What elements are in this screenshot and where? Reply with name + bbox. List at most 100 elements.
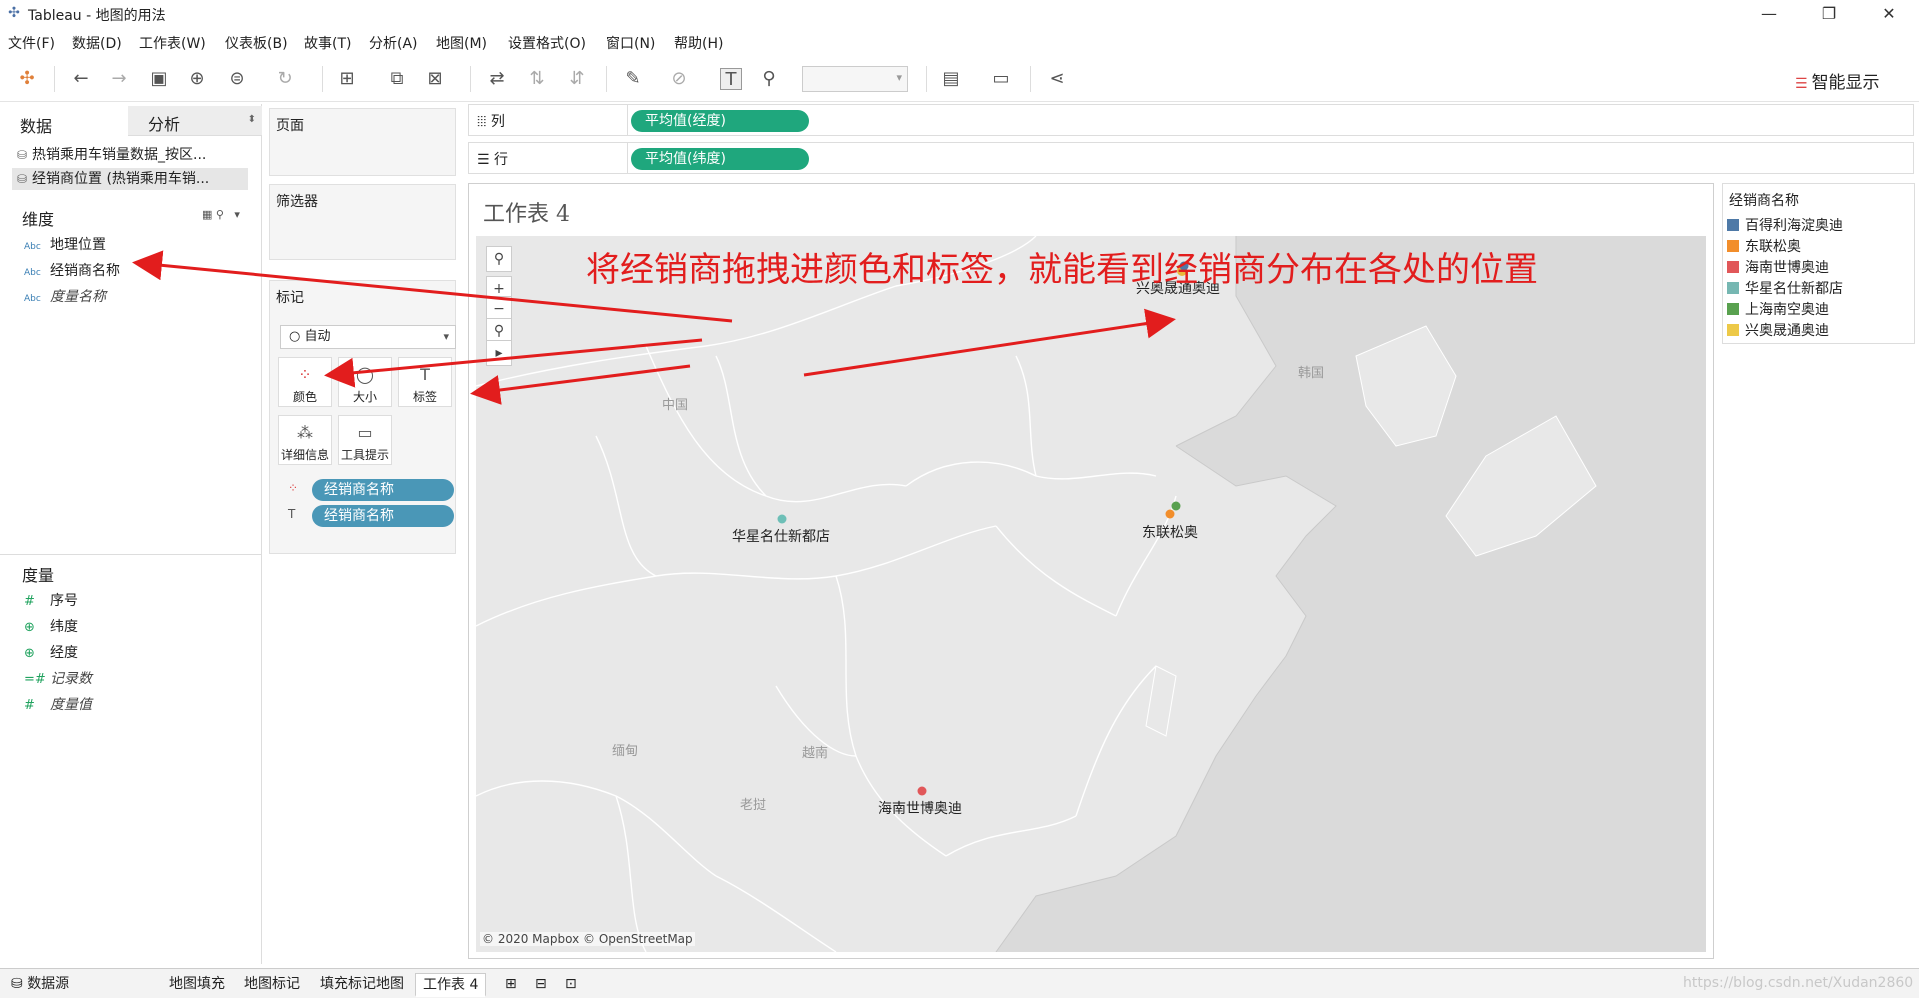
sheet-tab[interactable]: 填充标记地图	[313, 973, 411, 997]
pause-updates-icon[interactable]: ⊜	[226, 68, 248, 90]
swap-rows-columns-icon[interactable]: ⇄	[486, 68, 508, 90]
menu-worksheet[interactable]: 工作表(W)	[139, 33, 206, 53]
shelves-pane: 页面 筛选器 标记 ○ 自动 ⁘ 颜色 ◯ 大小 T 标签 ⁂ 详细信息 ▭ 工具提示 ⁘	[264, 104, 462, 964]
data-source-item[interactable]: ⛁ 热销乘用车销量数据_按区...	[12, 144, 248, 166]
label-button[interactable]: T 标签	[398, 357, 452, 407]
legend-item[interactable]: 兴奥晟通奥迪	[1727, 321, 1829, 341]
toolbar-divider	[926, 66, 927, 92]
presentation-mode-icon[interactable]: ▭	[990, 68, 1012, 90]
color-icon: ⁘	[298, 365, 312, 384]
field-record-count[interactable]: =# 记录数	[24, 668, 92, 690]
field-geo[interactable]: Abc 地理位置	[24, 234, 106, 256]
legend-item[interactable]: 百得利海淀奥迪	[1727, 216, 1843, 236]
sheet-tabs-bar: ⛁ 数据源 地图填充 地图标记 填充标记地图 工作表 4 ⊞ ⊟ ⊡ https…	[0, 968, 1919, 998]
menu-help[interactable]: 帮助(H)	[674, 33, 723, 53]
menu-data[interactable]: 数据(D)	[72, 33, 122, 53]
legend-item[interactable]: 海南世博奥迪	[1727, 258, 1829, 278]
map-view[interactable]: ⚲ + − ⚲ ▸ 中国 韩国 缅甸 越南 老挝 兴奥晟通奥迪 华星名仕新都店 …	[476, 236, 1706, 952]
sheet-tab-active[interactable]: 工作表 4	[415, 973, 487, 997]
close-window-button[interactable]: ✕	[1866, 2, 1912, 26]
sheet-tab[interactable]: 地图标记	[237, 973, 307, 997]
legend-item[interactable]: 华星名仕新都店	[1727, 279, 1843, 299]
group-members-icon[interactable]: ⊘	[668, 68, 690, 90]
sort-descending-icon[interactable]: ⇵	[566, 68, 588, 90]
menu-file[interactable]: 文件(F)	[8, 33, 55, 53]
filters-card[interactable]: 筛选器	[269, 184, 456, 260]
new-worksheet-tab-icon[interactable]: ⊞	[498, 973, 524, 997]
color-button[interactable]: ⁘ 颜色	[278, 357, 332, 407]
data-source-tab-icon: ⛁	[11, 976, 28, 992]
new-story-tab-icon[interactable]: ⊡	[558, 973, 584, 997]
menu-window[interactable]: 窗口(N)	[606, 33, 655, 53]
data-source-item-selected[interactable]: ⛁ 经销商位置 (热销乘用车销...	[12, 168, 248, 190]
refresh-icon[interactable]: ↻	[274, 68, 296, 90]
minimize-button[interactable]: —	[1746, 2, 1792, 26]
menu-story[interactable]: 故事(T)	[304, 33, 351, 53]
rows-pill[interactable]: 平均值(纬度)	[631, 148, 809, 170]
columns-pill[interactable]: 平均值(经度)	[631, 110, 809, 132]
field-measure-values[interactable]: # 度量值	[24, 694, 92, 716]
menu-format[interactable]: 设置格式(O)	[508, 33, 586, 53]
tooltip-label: 工具提示	[340, 448, 389, 462]
columns-label-text: 列	[490, 114, 505, 130]
duplicate-sheet-icon[interactable]: ⧉	[386, 68, 408, 90]
tab-analysis[interactable]: 分析	[128, 106, 262, 136]
mark-point-4[interactable]	[1171, 501, 1181, 511]
label-pill[interactable]: 经销商名称	[312, 505, 454, 527]
highlight-icon[interactable]: ✎	[622, 68, 644, 90]
dimension-tools[interactable]: ▦ ⚲ ▾	[202, 208, 240, 221]
menu-analysis[interactable]: 分析(A)	[369, 33, 418, 53]
pages-card[interactable]: 页面	[269, 108, 456, 176]
color-encoding-icon: ⁘	[288, 481, 299, 495]
new-data-source-icon[interactable]: ⊕	[186, 68, 208, 90]
measures-header: 度量	[22, 566, 55, 585]
database-icon: ⛁	[16, 172, 28, 186]
fix-axes-icon[interactable]: ⚲	[758, 68, 780, 90]
menu-map[interactable]: 地图(M)	[436, 33, 487, 53]
share-icon[interactable]: ⋖	[1046, 68, 1068, 90]
legend-item[interactable]: 东联松奥	[1727, 237, 1801, 257]
worksheet-view: 工作表 4 ⚲ + − ⚲ ▸ 中国 韩国 缅甸 越南 老挝 兴奥晟通奥迪 华星…	[468, 183, 1714, 959]
color-pill[interactable]: 经销商名称	[312, 479, 454, 501]
field-seq[interactable]: # 序号	[24, 590, 78, 612]
tab-data-source[interactable]: ⛁ 数据源	[4, 973, 76, 997]
field-measure-names[interactable]: Abc 度量名称	[24, 286, 106, 308]
show-cards-icon[interactable]: ▤	[940, 68, 962, 90]
watermark-text: https://blog.csdn.net/Xudan2860	[1683, 975, 1914, 991]
field-dealer-name[interactable]: Abc 经销商名称	[24, 260, 120, 282]
tableau-home-icon[interactable]: ✣	[16, 68, 38, 90]
undo-icon[interactable]: ←	[70, 68, 92, 90]
field-label: 经度	[50, 645, 78, 661]
mark-point-2[interactable]	[1165, 509, 1175, 519]
sheet-tab[interactable]: 地图填充	[162, 973, 232, 997]
globe-icon: ⊕	[24, 646, 35, 661]
show-me-button[interactable]: ☰ 智能显示	[1795, 68, 1880, 93]
show-me-label: 智能显示	[1811, 73, 1880, 93]
new-worksheet-icon[interactable]: ⊞	[336, 68, 358, 90]
tab-data[interactable]: 数据	[0, 106, 128, 136]
field-label: 度量值	[50, 697, 92, 713]
tooltip-button[interactable]: ▭ 工具提示	[338, 415, 392, 465]
marks-card: 标记 ○ 自动 ⁘颜色 ◯大小 T标签 ⁂详细信息 ▭工具提示 ⁘ 经销商名称 …	[269, 280, 456, 554]
redo-icon[interactable]: →	[108, 68, 130, 90]
fit-dropdown[interactable]	[802, 66, 908, 92]
mark-point-3[interactable]	[917, 786, 927, 796]
new-dashboard-tab-icon[interactable]: ⊟	[528, 973, 554, 997]
menu-dashboard[interactable]: 仪表板(B)	[225, 33, 288, 53]
size-button[interactable]: ◯ 大小	[338, 357, 392, 407]
detail-button[interactable]: ⁂ 详细信息	[278, 415, 332, 465]
field-longitude[interactable]: ⊕ 经度	[24, 642, 78, 664]
field-latitude[interactable]: ⊕ 纬度	[24, 616, 78, 638]
rows-shelf[interactable]: ☰ 行 平均值(纬度)	[468, 142, 1914, 174]
clear-sheet-icon[interactable]: ⊠	[424, 68, 446, 90]
sort-ascending-icon[interactable]: ⇅	[526, 68, 548, 90]
restore-button[interactable]: ❐	[1806, 2, 1852, 26]
shelf-divider	[627, 105, 628, 135]
save-icon[interactable]: ▣	[148, 68, 170, 90]
data-pane-tabs: 数据 分析	[0, 104, 262, 136]
show-mark-labels-icon[interactable]: T	[720, 68, 742, 90]
mark-type-dropdown[interactable]: ○ 自动	[280, 325, 456, 349]
mark-point-1[interactable]	[777, 514, 787, 524]
legend-item[interactable]: 上海南空奥迪	[1727, 300, 1829, 320]
columns-shelf[interactable]: ⦙⦙⦙ 列 平均值(经度)	[468, 104, 1914, 136]
